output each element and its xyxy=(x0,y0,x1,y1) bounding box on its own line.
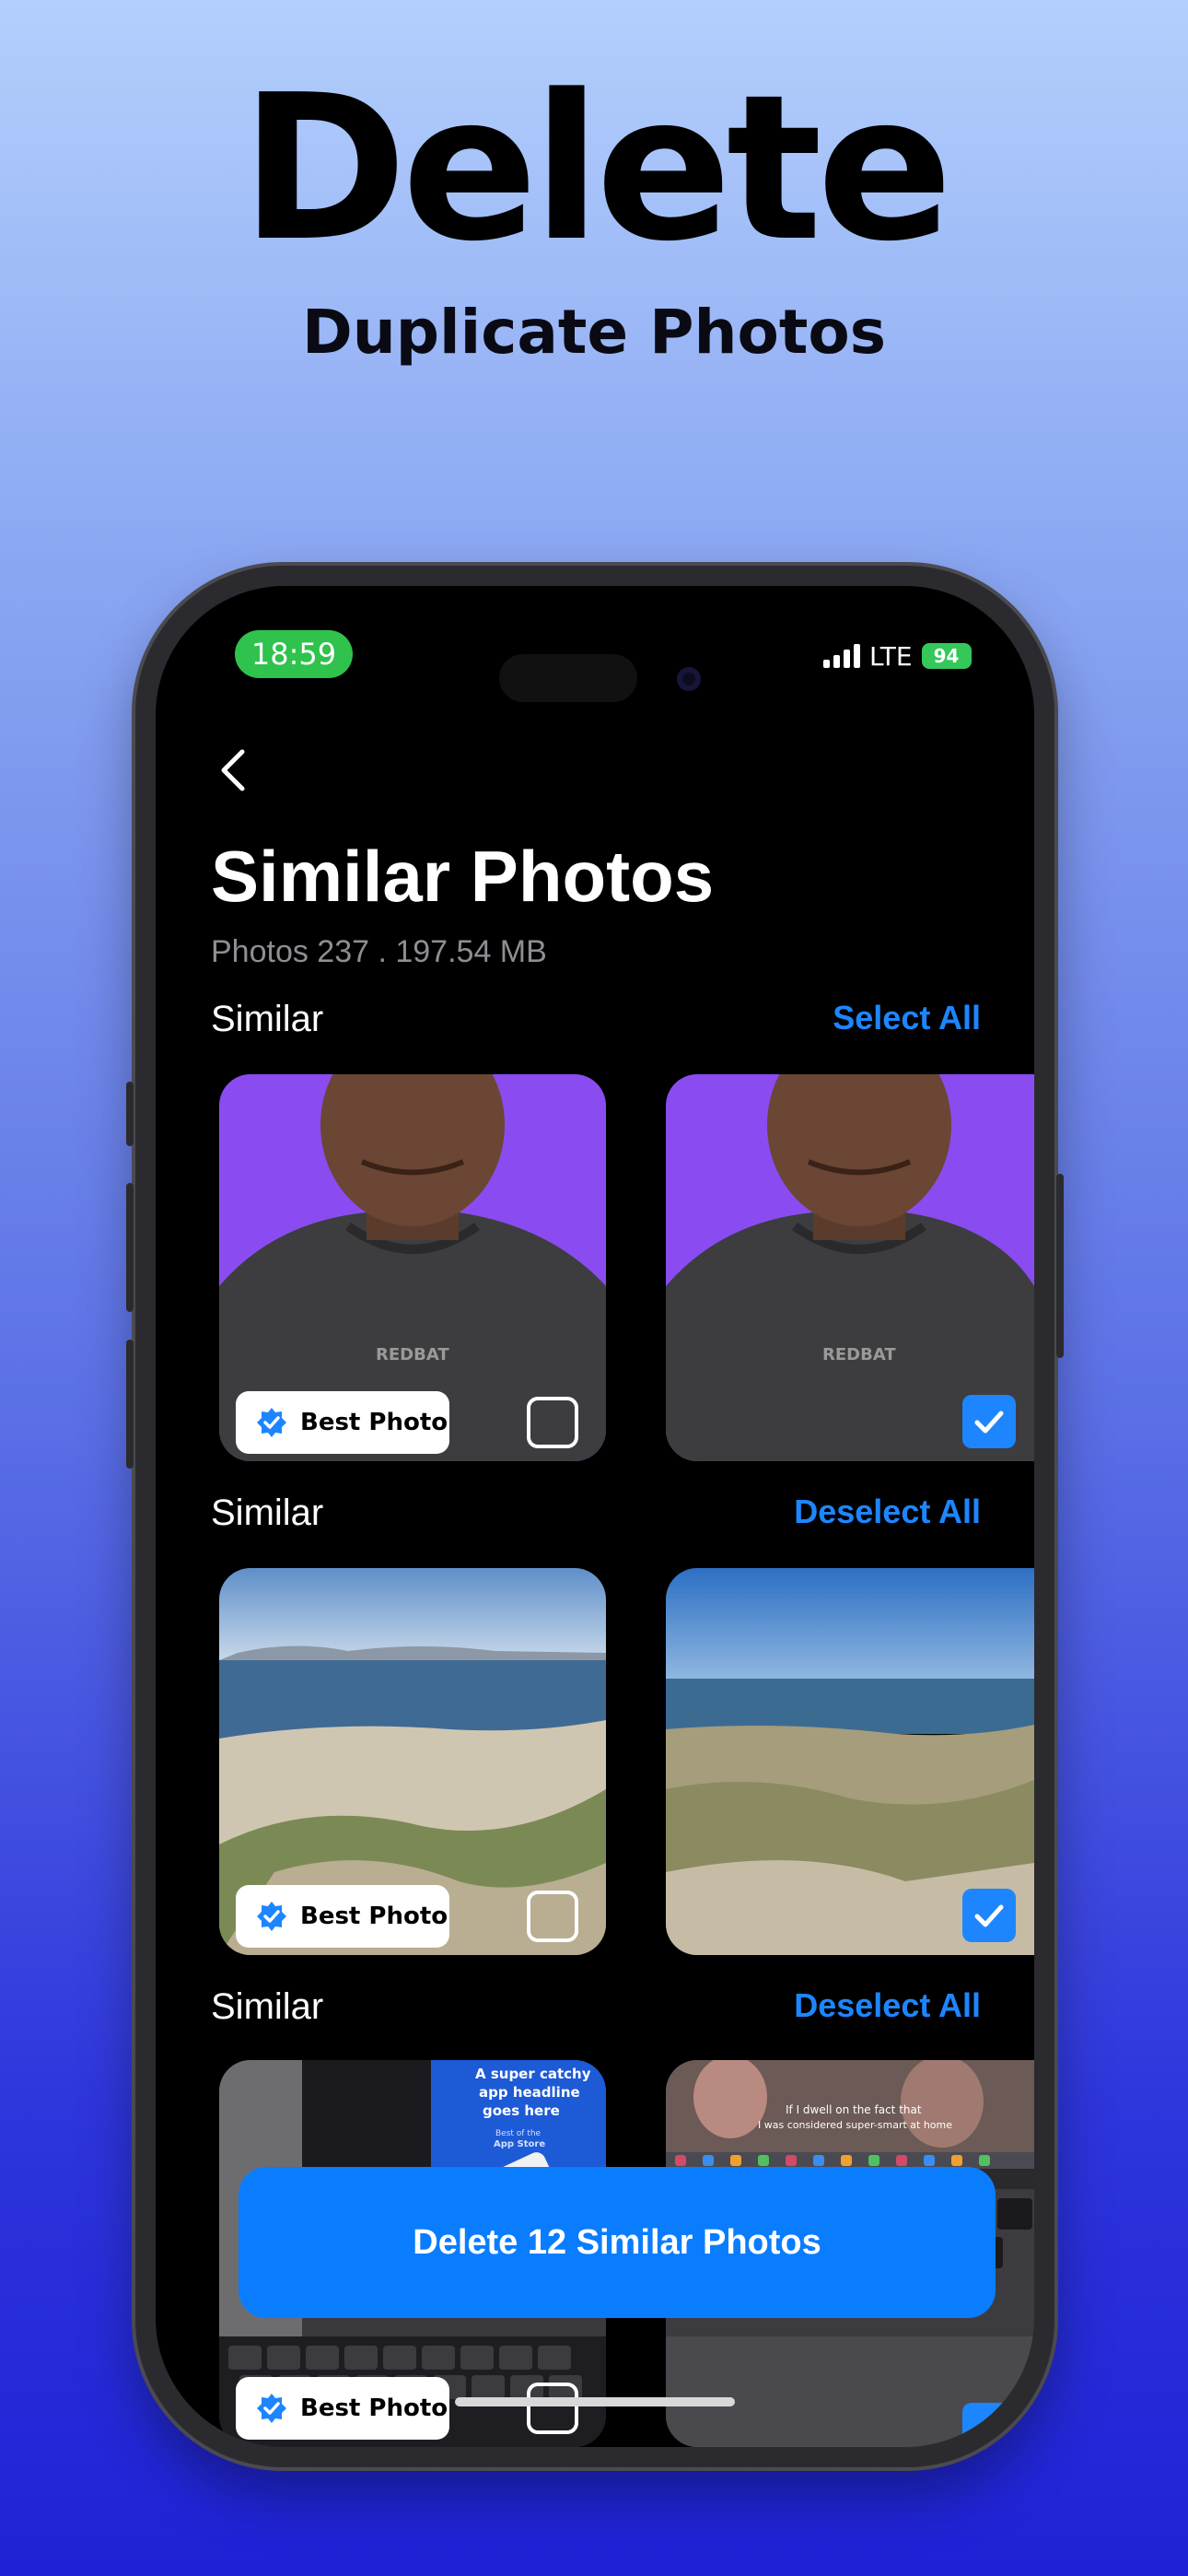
back-button[interactable] xyxy=(211,743,257,798)
photo-thumbnail[interactable] xyxy=(666,1568,1034,1955)
select-checkbox[interactable] xyxy=(962,1889,1016,1942)
status-time: 18:59 xyxy=(235,630,353,678)
volume-down-button xyxy=(126,1340,134,1469)
photo-thumbnail[interactable]: REDBAT xyxy=(666,1074,1034,1461)
group-label: Similar xyxy=(211,1986,324,2027)
volume-up-button xyxy=(126,1183,134,1312)
best-photo-label: Best Photo xyxy=(300,2395,448,2422)
verified-badge-icon xyxy=(257,1408,286,1437)
home-indicator[interactable] xyxy=(455,2397,735,2406)
best-photo-label: Best Photo xyxy=(300,1903,448,1930)
best-photo-label: Best Photo xyxy=(300,1409,448,1436)
chevron-left-icon xyxy=(221,749,245,791)
select-checkbox[interactable] xyxy=(962,2403,1016,2447)
screen-headline-line-3: goes here xyxy=(483,2102,560,2119)
camera-icon xyxy=(677,667,701,691)
checkmark-icon xyxy=(974,1411,1004,1434)
storage-summary: Photos 237 . 197.54 MB xyxy=(211,934,547,969)
select-checkbox[interactable] xyxy=(962,1395,1016,1448)
group-label: Similar xyxy=(211,1493,324,1533)
screen-headline-line-2: app headline xyxy=(479,2084,580,2101)
select-checkbox[interactable] xyxy=(527,2383,578,2434)
page-title: Similar Photos xyxy=(211,836,715,917)
group-header: Similar Deselect All xyxy=(211,1493,981,1539)
select-checkbox[interactable] xyxy=(527,1397,578,1448)
group-label: Similar xyxy=(211,999,324,1039)
power-button xyxy=(1056,1174,1064,1358)
shirt-print: REDBAT xyxy=(822,1345,896,1364)
dynamic-island xyxy=(499,654,637,702)
best-photo-badge: Best Photo xyxy=(236,1885,449,1948)
status-indicators: LTE 94 xyxy=(823,638,972,674)
screen-headline-line-1: A super catchy xyxy=(475,2066,591,2082)
checkmark-icon xyxy=(974,1904,1004,1927)
delete-similar-photos-button[interactable]: Delete 12 Similar Photos xyxy=(239,2167,996,2318)
group-header: Similar Deselect All xyxy=(211,1986,981,2032)
phone-frame: 18:59 LTE 94 Similar Photos Photos 237 .… xyxy=(126,566,1064,2467)
network-label: LTE xyxy=(869,640,913,672)
group-header: Similar Select All xyxy=(211,999,981,1045)
video-caption-line-2: I was considered super-smart at home xyxy=(758,2119,952,2131)
video-caption-line-1: If I dwell on the fact that xyxy=(786,2103,922,2116)
photo-thumbnail[interactable]: REDBAT Best Photo xyxy=(219,1074,606,1461)
verified-badge-icon xyxy=(257,1902,286,1931)
select-checkbox[interactable] xyxy=(527,1891,578,1942)
deselect-all-button[interactable]: Deselect All xyxy=(794,1493,981,1531)
verified-badge-icon xyxy=(257,2394,286,2423)
shirt-print: REDBAT xyxy=(376,1345,449,1364)
best-photo-badge: Best Photo xyxy=(236,2377,449,2440)
signal-icon xyxy=(823,644,860,668)
battery-icon: 94 xyxy=(921,643,972,669)
screen-badge-line-2: App Store xyxy=(494,2139,545,2149)
mute-switch xyxy=(126,1082,134,1146)
best-photo-badge: Best Photo xyxy=(236,1391,449,1454)
hero-subtitle: Duplicate Photos xyxy=(301,297,887,368)
photo-thumbnail[interactable]: Best Photo xyxy=(219,1568,606,1955)
app-screen: 18:59 LTE 94 Similar Photos Photos 237 .… xyxy=(156,586,1034,2447)
select-all-button[interactable]: Select All xyxy=(833,999,981,1037)
hero-title: Delete xyxy=(240,53,952,286)
deselect-all-button[interactable]: Deselect All xyxy=(794,1986,981,2025)
checkmark-icon xyxy=(974,2418,1004,2441)
screen-badge-line-1: Best of the xyxy=(495,2129,542,2138)
